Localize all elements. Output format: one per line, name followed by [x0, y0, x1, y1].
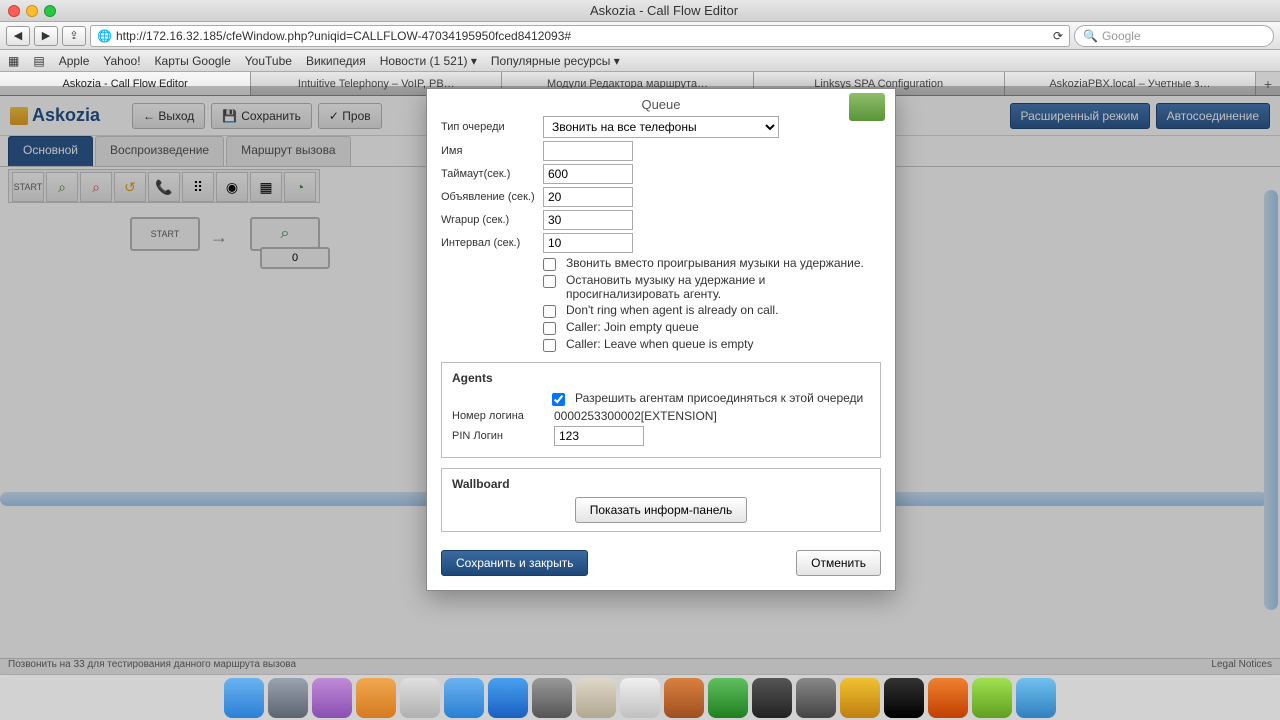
name-label: Имя — [441, 145, 543, 157]
wallboard-title: Wallboard — [452, 477, 870, 491]
dock-safari-icon[interactable] — [444, 678, 484, 718]
bookmarks-menu-icon[interactable]: ▦ — [8, 54, 19, 68]
bookmarks-bar: ▦ ▤ Apple Yahoo! Карты Google YouTube Ви… — [0, 50, 1280, 72]
bookmark-item[interactable]: Apple — [59, 54, 90, 68]
dock-app-icon[interactable] — [884, 678, 924, 718]
check-label: Caller: Join empty queue — [566, 320, 699, 334]
dock-app-icon[interactable] — [1016, 678, 1056, 718]
check-label: Don't ring when agent is already on call… — [566, 303, 778, 317]
url-text: http://172.16.32.185/cfeWindow.php?uniqi… — [116, 29, 571, 43]
queue-icon — [849, 93, 885, 121]
dock-app-icon[interactable] — [532, 678, 572, 718]
modal-title: Queue — [441, 97, 881, 112]
dock-finder-icon[interactable] — [224, 678, 264, 718]
bookmark-item[interactable]: Популярные ресурсы ▾ — [491, 54, 620, 68]
announce-label: Объявление (сек.) — [441, 191, 543, 203]
reload-icon[interactable]: ⟳ — [1053, 29, 1063, 43]
dock-app-icon[interactable] — [708, 678, 748, 718]
announce-input[interactable] — [543, 187, 633, 207]
agents-fieldset: Agents Разрешить агентам присоединяться … — [441, 362, 881, 458]
search-input[interactable]: 🔍 Google — [1074, 25, 1274, 47]
dock-app-icon[interactable] — [268, 678, 308, 718]
dock-app-icon[interactable] — [840, 678, 880, 718]
globe-icon: 🌐 — [97, 29, 112, 43]
traffic-lights — [8, 5, 56, 17]
timeout-label: Таймаут(сек.) — [441, 168, 543, 180]
dock-mail-icon[interactable] — [400, 678, 440, 718]
dock-app-icon[interactable] — [312, 678, 352, 718]
show-wallboard-button[interactable]: Показать информ-панель — [575, 497, 747, 523]
save-close-button[interactable]: Сохранить и закрыть — [441, 550, 588, 576]
timeout-input[interactable] — [543, 164, 633, 184]
bookmark-item[interactable]: Википедия — [306, 54, 366, 68]
queue-type-label: Тип очереди — [441, 121, 543, 133]
check-label: Звонить вместо проигрывания музыки на уд… — [566, 256, 864, 270]
bookmark-item[interactable]: YouTube — [245, 54, 292, 68]
join-empty-check[interactable] — [543, 322, 556, 335]
bookmark-item[interactable]: Карты Google — [155, 54, 231, 68]
macos-dock — [0, 674, 1280, 720]
dock-app-icon[interactable] — [620, 678, 660, 718]
search-placeholder: Google — [1102, 29, 1141, 43]
check-label: Остановить музыку на удержание и просигн… — [566, 273, 881, 301]
leave-empty-check[interactable] — [543, 339, 556, 352]
login-num-label: Номер логина — [452, 410, 554, 422]
search-icon: 🔍 — [1083, 29, 1098, 43]
queue-type-select[interactable]: Звонить на все телефоны — [543, 116, 779, 138]
wrapup-input[interactable] — [543, 210, 633, 230]
dock-app-icon[interactable] — [752, 678, 792, 718]
login-num-value: 0000253300002[EXTENSION] — [554, 409, 717, 423]
reading-list-icon[interactable]: ▤ — [33, 54, 44, 68]
check-label: Caller: Leave when queue is empty — [566, 337, 753, 351]
agents-title: Agents — [452, 371, 870, 385]
dock-app-icon[interactable] — [356, 678, 396, 718]
window-titlebar: Askozia - Call Flow Editor — [0, 0, 1280, 22]
zoom-icon[interactable] — [44, 5, 56, 17]
browser-toolbar: ◀ ▶ ⇪ 🌐 http://172.16.32.185/cfeWindow.p… — [0, 22, 1280, 50]
close-icon[interactable] — [8, 5, 20, 17]
back-button[interactable]: ◀ — [6, 26, 30, 46]
wallboard-fieldset: Wallboard Показать информ-панель — [441, 468, 881, 532]
dock-app-icon[interactable] — [664, 678, 704, 718]
dock-app-icon[interactable] — [928, 678, 968, 718]
no-ring-busy-check[interactable] — [543, 305, 556, 318]
pin-label: PIN Логин — [452, 430, 554, 442]
pin-input[interactable] — [554, 426, 644, 446]
check-label: Разрешить агентам присоединяться к этой … — [575, 391, 863, 405]
bookmark-item[interactable]: Новости (1 521) ▾ — [380, 54, 477, 68]
queue-modal: Queue Тип очереди Звонить на все телефон… — [426, 88, 896, 591]
dock-app-icon[interactable] — [796, 678, 836, 718]
minimize-icon[interactable] — [26, 5, 38, 17]
share-button[interactable]: ⇪ — [62, 26, 86, 46]
dock-app-icon[interactable] — [576, 678, 616, 718]
wrapup-label: Wrapup (сек.) — [441, 214, 543, 226]
bookmark-item[interactable]: Yahoo! — [103, 54, 140, 68]
ring-instead-check[interactable] — [543, 258, 556, 271]
window-title: Askozia - Call Flow Editor — [56, 3, 1272, 18]
allow-agents-check[interactable] — [552, 393, 565, 406]
cancel-button[interactable]: Отменить — [796, 550, 881, 576]
forward-button[interactable]: ▶ — [34, 26, 58, 46]
url-bar[interactable]: 🌐 http://172.16.32.185/cfeWindow.php?uni… — [90, 25, 1070, 47]
dock-app-icon[interactable] — [488, 678, 528, 718]
interval-input[interactable] — [543, 233, 633, 253]
interval-label: Интервал (сек.) — [441, 237, 543, 249]
stop-moh-check[interactable] — [543, 275, 556, 288]
dock-app-icon[interactable] — [972, 678, 1012, 718]
name-input[interactable] — [543, 141, 633, 161]
